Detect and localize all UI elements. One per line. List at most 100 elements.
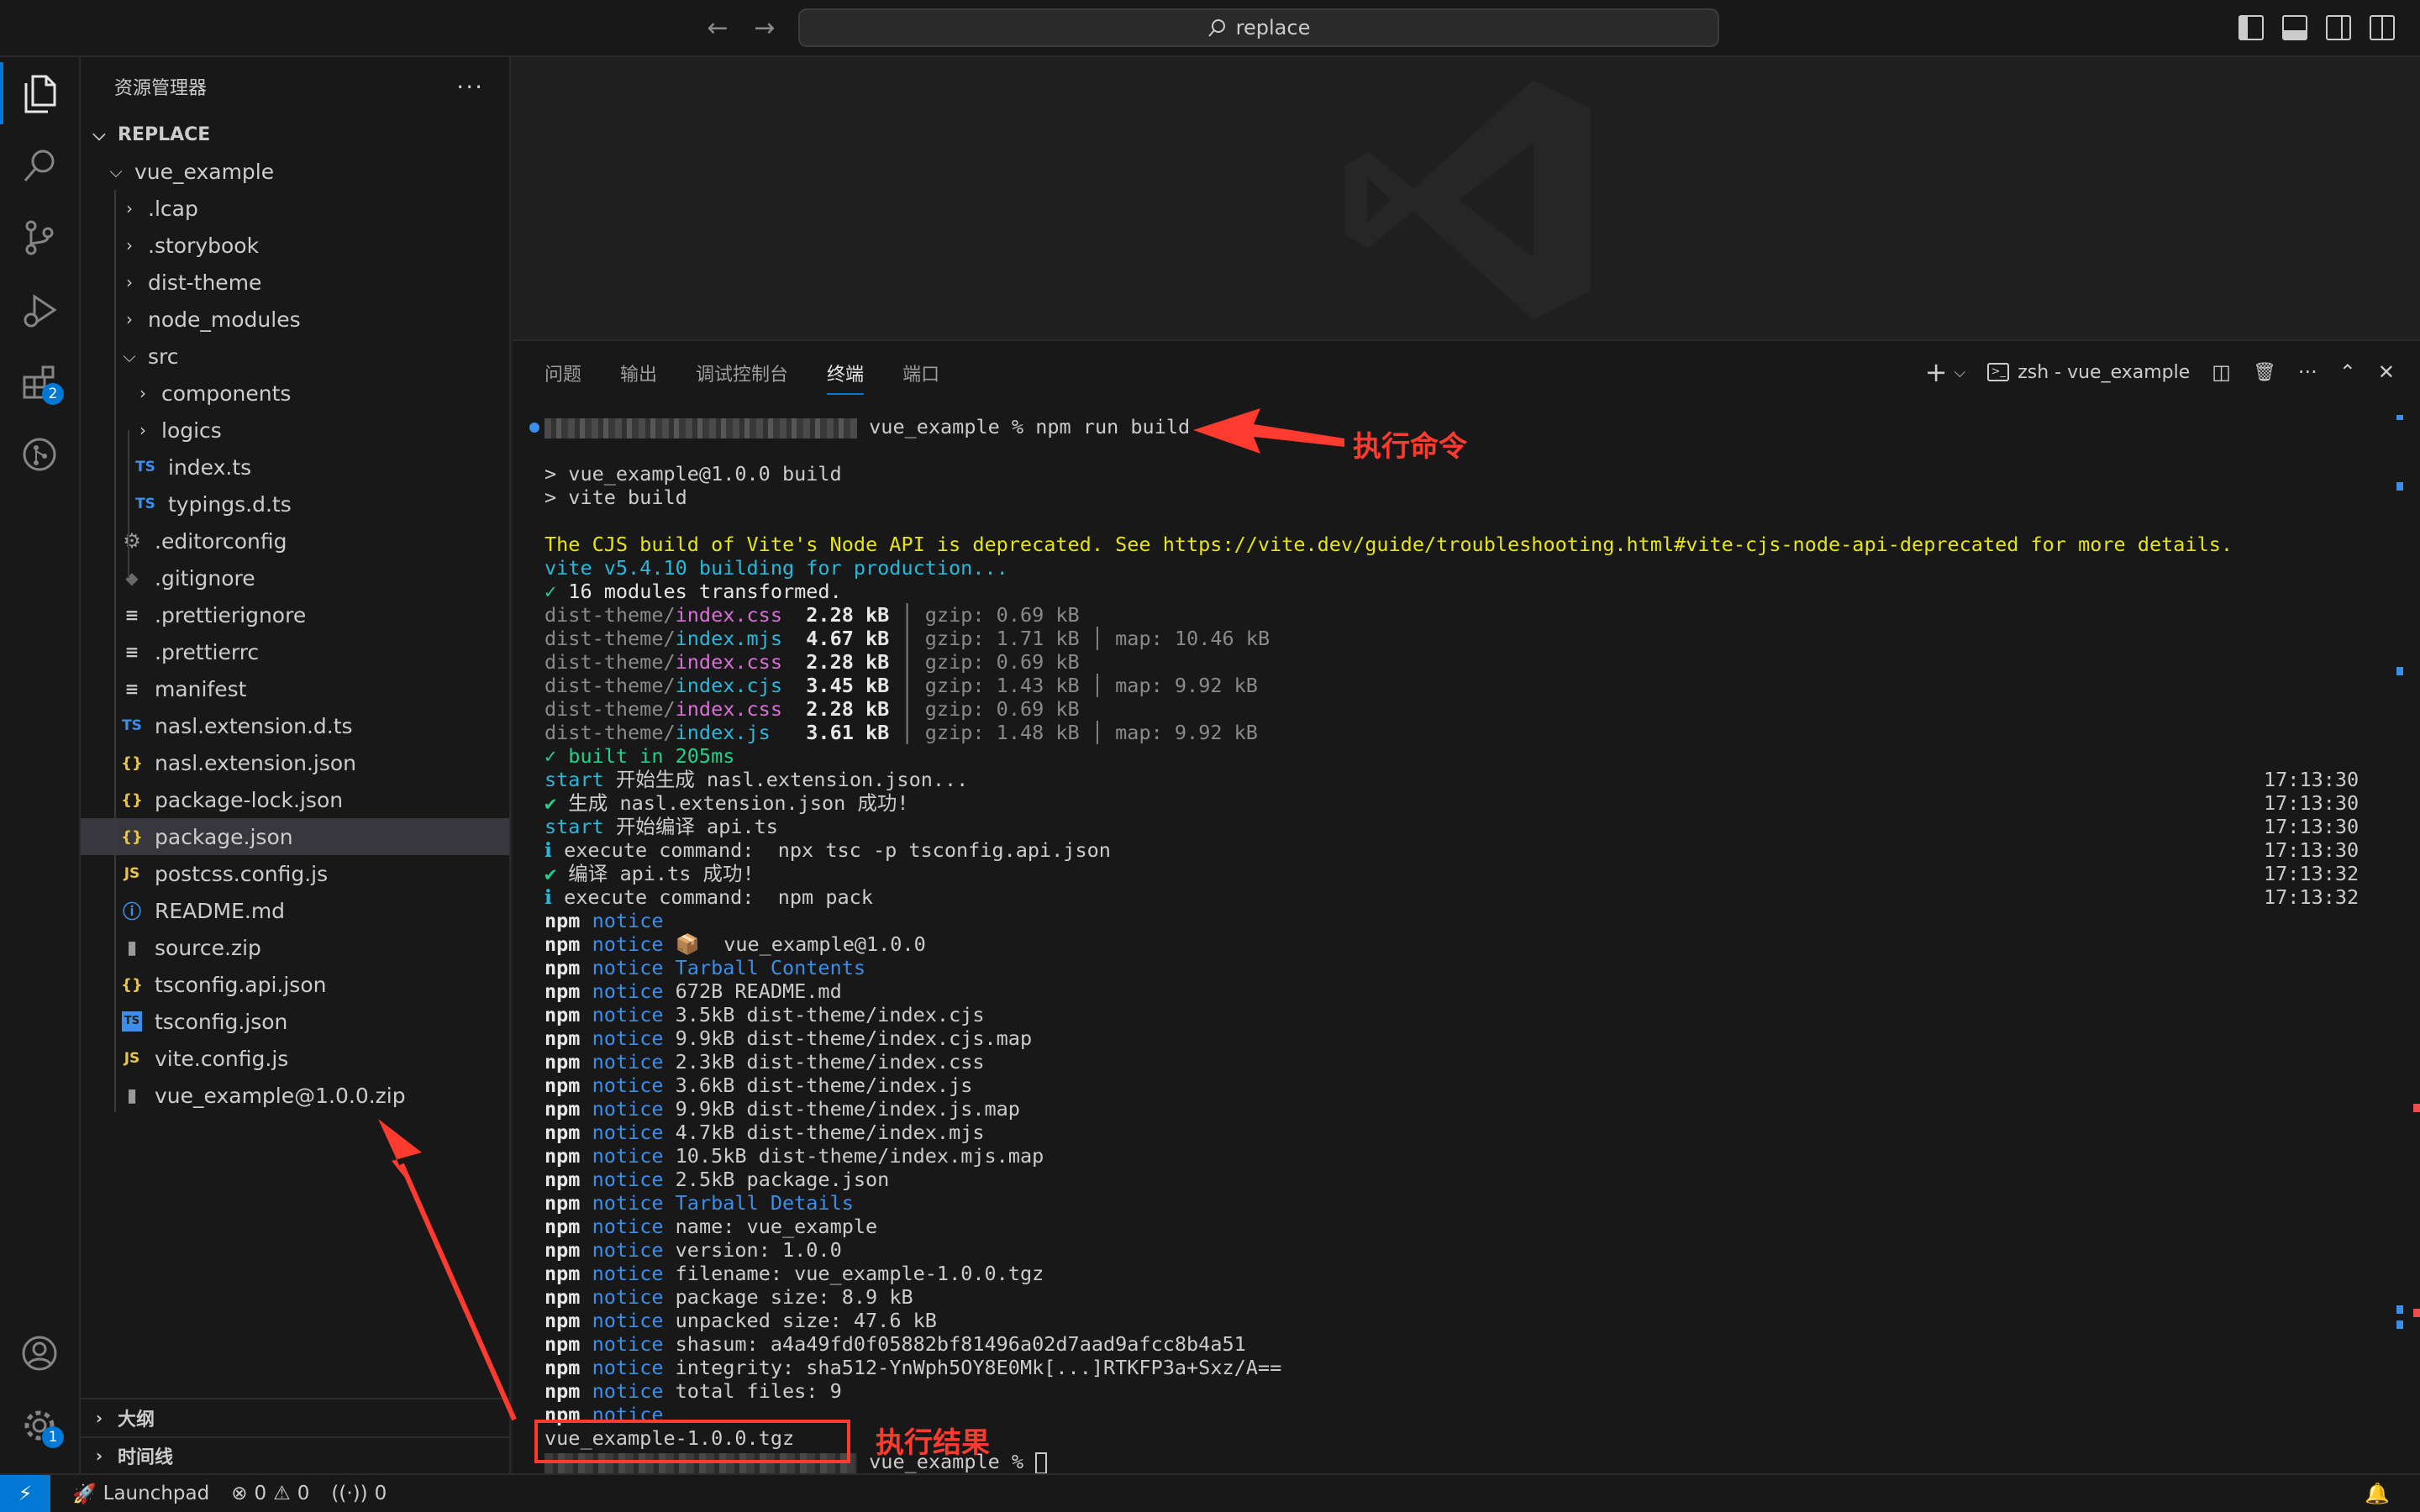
account-icon[interactable]	[0, 1317, 79, 1389]
terminal-line-log: ✔ 生成 nasl.extension.json 成功! 17:13:30	[544, 791, 2360, 815]
file-item[interactable]: TS nasl.extension.d.ts	[81, 707, 509, 744]
terminal-line-npm: npm notice unpacked size: 47.6 kB	[544, 1309, 937, 1332]
ports-item[interactable]: ((·)) 0	[331, 1483, 387, 1504]
error-count: 0	[254, 1483, 267, 1504]
notifications-bell-icon[interactable]: 🔔	[2365, 1482, 2390, 1505]
panel-tabs: 问题 输出 调试控制台 终端 端口	[544, 360, 939, 395]
terminal-name: zsh - vue_example	[2018, 361, 2191, 383]
file-item[interactable]: ≡ .prettierignore	[81, 596, 509, 633]
file-item[interactable]: ◆ .gitignore	[81, 559, 509, 596]
forward-arrow-icon[interactable]: →	[750, 12, 780, 45]
terminal-line: > vue_example@1.0.0 build	[544, 462, 842, 486]
back-arrow-icon[interactable]: ←	[702, 12, 733, 45]
folder-item[interactable]: › components	[81, 375, 509, 412]
file-item[interactable]: ⓘ README.md	[81, 892, 509, 929]
customize-layout-icon[interactable]	[2370, 15, 2395, 40]
file-item[interactable]: ≡ .prettierrc	[81, 633, 509, 670]
chevron-right-icon: ›	[126, 235, 133, 255]
extensions-icon[interactable]: 2	[0, 346, 79, 418]
timeline-section[interactable]: › 时间线	[81, 1436, 509, 1473]
explorer-title: 资源管理器	[114, 78, 208, 99]
file-type-ts-icon: TS	[122, 717, 142, 734]
tab-debug-console[interactable]: 调试控制台	[696, 360, 788, 395]
terminal-line-npm: npm notice	[544, 909, 664, 932]
launchpad-label: Launchpad	[103, 1483, 210, 1504]
chevron-right-icon: ›	[139, 383, 146, 403]
tab-output[interactable]: 输出	[620, 360, 657, 395]
terminal-line-npm: npm notice total files: 9	[544, 1379, 842, 1403]
tree-item-label: logics	[161, 417, 222, 443]
terminal-selector[interactable]: >_ zsh - vue_example	[1987, 362, 2190, 383]
tree-item-label: nasl.extension.json	[155, 750, 357, 775]
terminal-line-asset: dist-theme/index.css 2.28 kB │ gzip: 0.6…	[544, 650, 1080, 674]
tree-item-label: index.ts	[168, 454, 252, 480]
workspace-root-folder[interactable]: ⌵ REPLACE	[81, 116, 509, 153]
file-item[interactable]: {} package.json	[81, 818, 509, 855]
outline-section[interactable]: › 大纲	[81, 1399, 509, 1436]
file-item[interactable]: {} package-lock.json	[81, 781, 509, 818]
run-debug-icon[interactable]	[0, 274, 79, 346]
folder-item[interactable]: › logics	[81, 412, 509, 449]
nav-arrows: ← →	[702, 12, 780, 45]
chevron-right-icon: ›	[95, 1408, 103, 1428]
file-item[interactable]: TS typings.d.ts	[81, 486, 509, 522]
toggle-panel-icon[interactable]	[2282, 15, 2307, 40]
maximize-panel-icon[interactable]: ⌃	[2339, 360, 2356, 384]
toggle-secondary-sidebar-icon[interactable]	[2326, 15, 2351, 40]
close-panel-icon[interactable]: ✕	[2378, 360, 2395, 384]
split-terminal-icon[interactable]: ◫	[2212, 360, 2231, 384]
tab-problems[interactable]: 问题	[544, 360, 581, 395]
problems-item[interactable]: ⊗ 0 ⚠ 0	[231, 1483, 309, 1504]
source-control-icon[interactable]	[0, 202, 79, 274]
file-item[interactable]: JS postcss.config.js	[81, 855, 509, 892]
chevron-down-icon: ⌵	[92, 124, 106, 144]
settings-gear-icon[interactable]: 1	[0, 1389, 79, 1462]
folder-item[interactable]: › node_modules	[81, 301, 509, 338]
file-item[interactable]: ⚙ .editorconfig	[81, 522, 509, 559]
tree-item-label: typings.d.ts	[168, 491, 292, 517]
redacted-prompt	[544, 417, 857, 438]
git-graph-icon[interactable]	[0, 418, 79, 491]
more-actions-icon[interactable]: ···	[2298, 360, 2317, 384]
kill-terminal-icon[interactable]: 🗑	[2253, 362, 2276, 383]
remote-indicator-icon[interactable]: ⚡	[0, 1475, 50, 1512]
folder-item[interactable]: ⌵ vue_example	[81, 153, 509, 190]
file-tree: ⌵ vue_example › .lcap › .storybook › dist-theme…	[81, 153, 509, 1114]
terminal-line-asset: dist-theme/index.cjs 3.45 kB │ gzip: 1.4…	[544, 674, 1258, 697]
file-item[interactable]: {} nasl.extension.json	[81, 744, 509, 781]
terminal-line-asset: dist-theme/index.css 2.28 kB │ gzip: 0.6…	[544, 603, 1080, 627]
folder-item[interactable]: › .lcap	[81, 190, 509, 227]
terminal-line-npm: npm notice 9.9kB dist-theme/index.cjs.ma…	[544, 1026, 1033, 1050]
tree-item-label: src	[148, 344, 179, 369]
command-text: vue_example % npm run build	[857, 415, 1191, 438]
toggle-primary-sidebar-icon[interactable]	[2238, 15, 2264, 40]
file-item[interactable]: ≡ manifest	[81, 670, 509, 707]
search-icon[interactable]	[0, 129, 79, 202]
file-item[interactable]: JS vite.config.js	[81, 1040, 509, 1077]
more-actions-icon[interactable]: ···	[456, 73, 484, 101]
scroll-marker	[2396, 667, 2403, 675]
terminal-line-npm: npm notice name: vue_example	[544, 1215, 878, 1238]
tab-ports[interactable]: 端口	[902, 360, 939, 395]
terminal-line: ✓ 16 modules transformed.	[544, 580, 842, 603]
tab-terminal[interactable]: 终端	[827, 360, 865, 395]
terminal-dropdown-icon[interactable]: ⌵	[1954, 364, 1966, 381]
file-item[interactable]: ▮ vue_example@1.0.0.zip	[81, 1077, 509, 1114]
folder-item[interactable]: › dist-theme	[81, 264, 509, 301]
terminal-line-log: start 开始编译 api.ts 17:13:30	[544, 815, 2360, 838]
terminal-output[interactable]: vue_example % npm run build > vue_exampl…	[529, 415, 2393, 1474]
file-type-json-icon: {}	[121, 975, 143, 994]
terminal-line-npm: npm notice shasum: a4a49fd0f05882bf81496…	[544, 1332, 1246, 1356]
folder-item[interactable]: ⌵ src	[81, 338, 509, 375]
file-item[interactable]: TS index.ts	[81, 449, 509, 486]
explorer-icon[interactable]	[0, 57, 79, 129]
indent-guide	[114, 190, 116, 1112]
command-center-search[interactable]: replace	[798, 8, 1719, 47]
new-terminal-icon[interactable]: +	[1925, 356, 1948, 388]
launchpad-item[interactable]: 🚀 Launchpad	[72, 1483, 209, 1505]
annotation-result-label: 执行结果	[876, 1426, 990, 1460]
folder-item[interactable]: › .storybook	[81, 227, 509, 264]
file-item[interactable]: ▮ source.zip	[81, 929, 509, 966]
file-item[interactable]: TS tsconfig.json	[81, 1003, 509, 1040]
file-item[interactable]: {} tsconfig.api.json	[81, 966, 509, 1003]
